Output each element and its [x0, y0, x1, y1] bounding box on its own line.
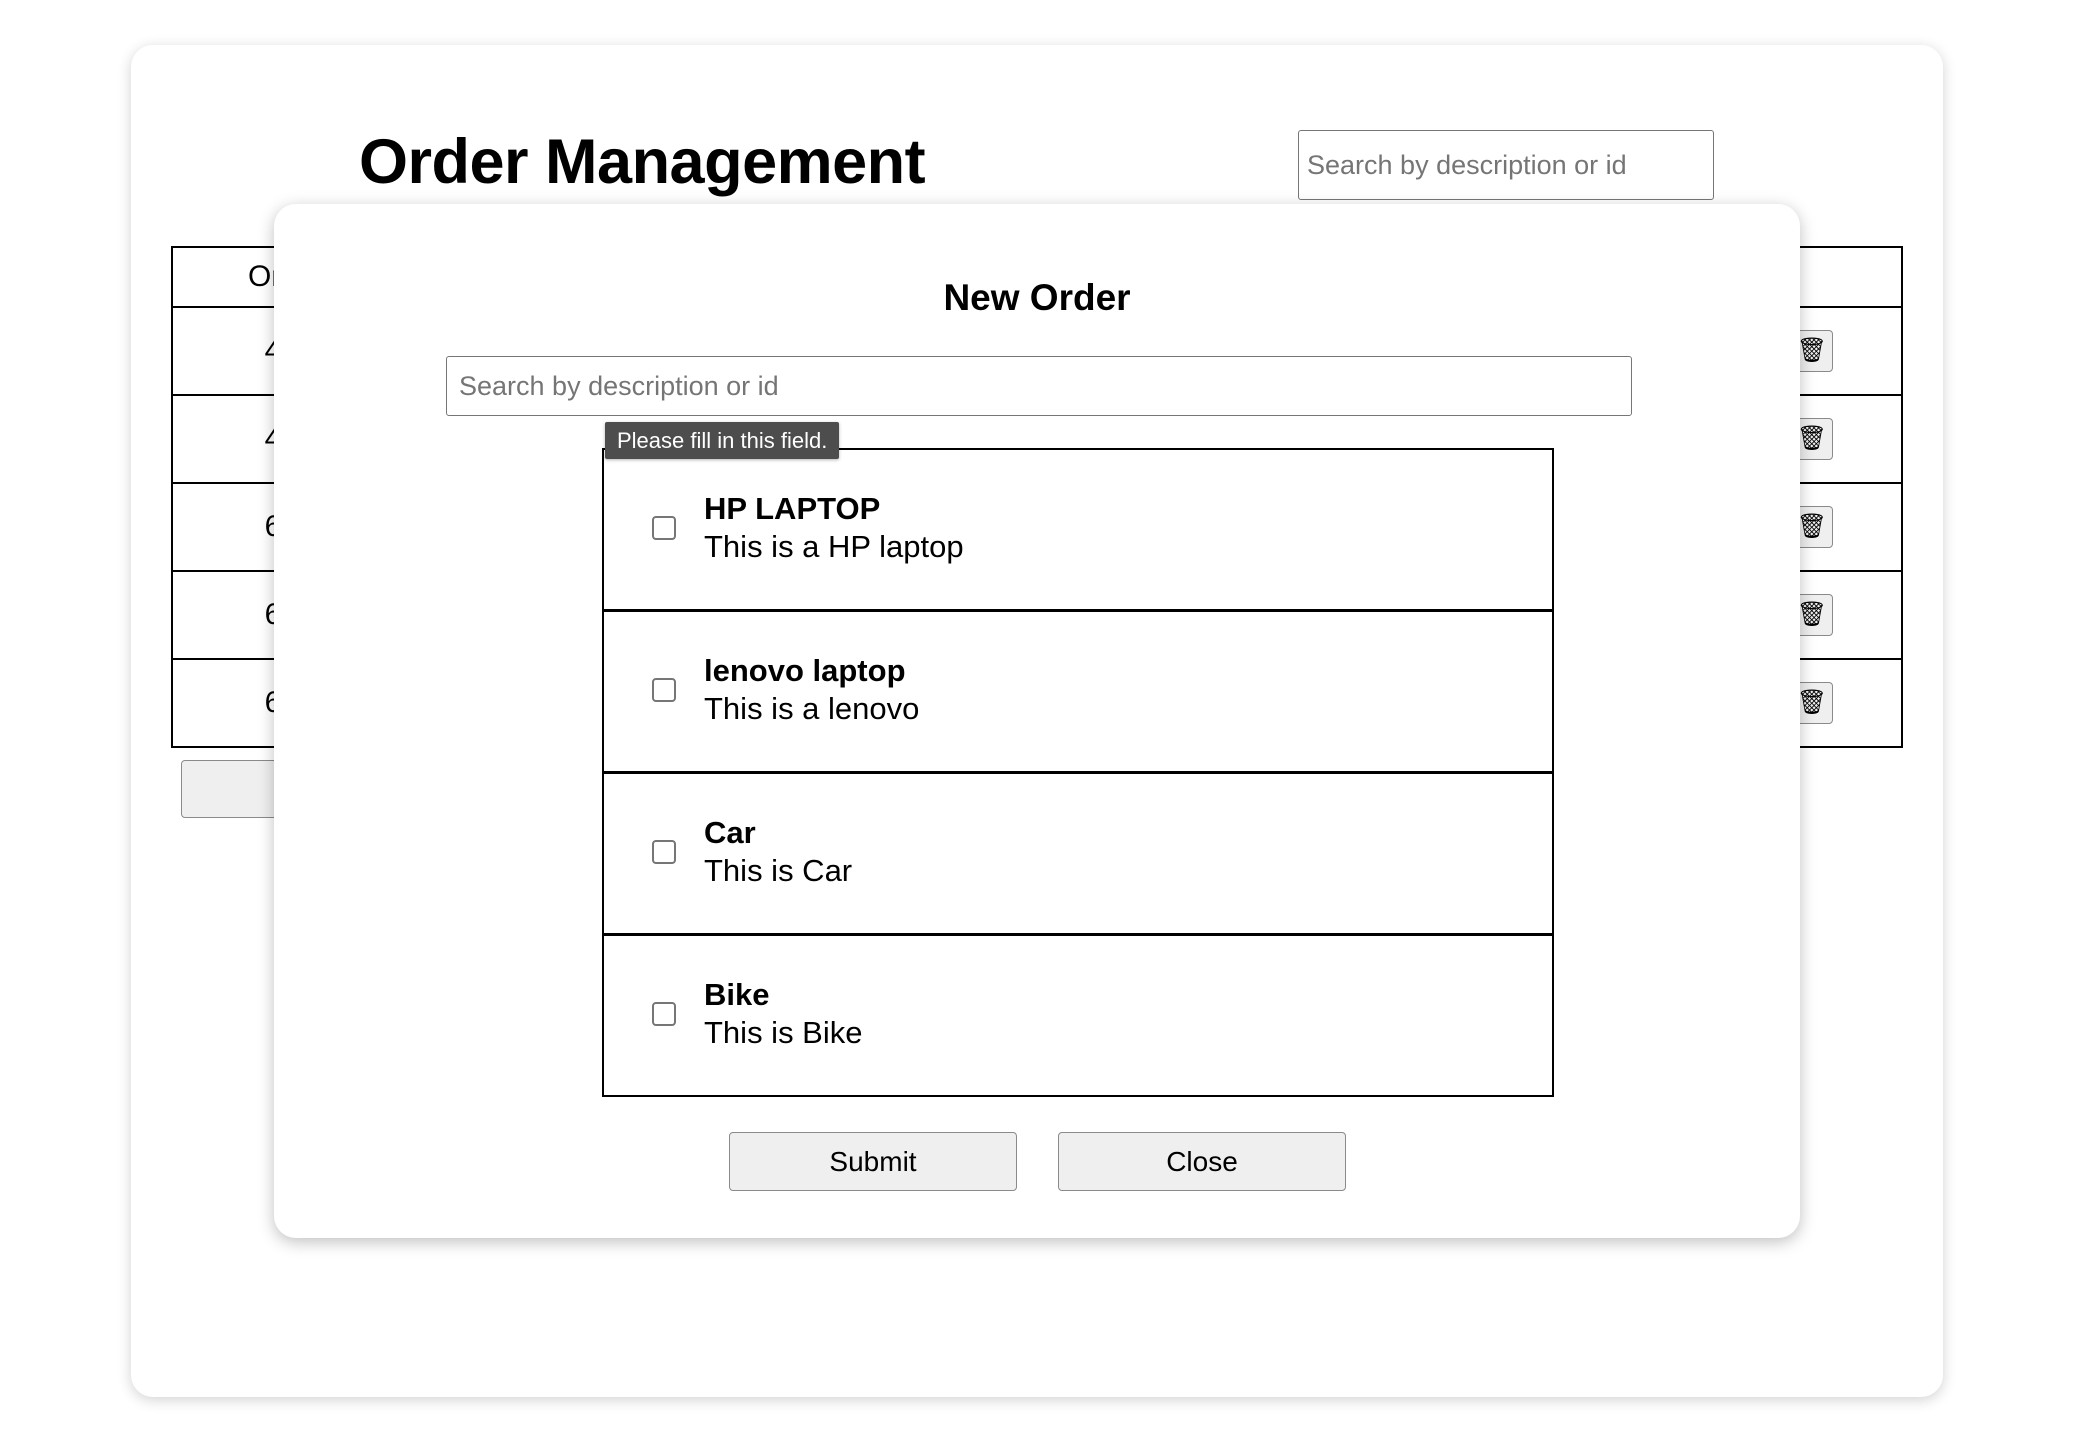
- product-checkbox[interactable]: [652, 1002, 676, 1026]
- list-item[interactable]: HP LAPTOP This is a HP laptop: [604, 450, 1552, 612]
- product-list: HP LAPTOP This is a HP laptop lenovo lap…: [602, 448, 1554, 1097]
- trash-icon: 🗑: [1796, 601, 1828, 628]
- product-name: HP LAPTOP: [704, 491, 881, 526]
- list-item[interactable]: Car This is Car: [604, 774, 1552, 936]
- submit-button[interactable]: Submit: [729, 1132, 1017, 1191]
- product-name: Bike: [704, 977, 770, 1012]
- product-description: This is Car: [704, 853, 853, 888]
- trash-icon: 🗑: [1796, 689, 1828, 716]
- modal-title: New Order: [943, 277, 1131, 318]
- trash-icon: 🗑: [1796, 425, 1828, 452]
- product-checkbox[interactable]: [652, 840, 676, 864]
- product-checkbox[interactable]: [652, 516, 676, 540]
- product-name: lenovo laptop: [704, 653, 906, 688]
- product-description: This is a lenovo: [704, 691, 920, 726]
- trash-icon: 🗑: [1796, 513, 1828, 540]
- page-search-input[interactable]: [1298, 130, 1714, 200]
- page-title: Order Management: [359, 127, 926, 197]
- modal-search-input[interactable]: [446, 356, 1632, 416]
- list-item[interactable]: lenovo laptop This is a lenovo: [604, 612, 1552, 774]
- close-button[interactable]: Close: [1058, 1132, 1346, 1191]
- validation-tooltip: Please fill in this field.: [605, 422, 840, 459]
- trash-icon: 🗑: [1796, 337, 1828, 364]
- product-description: This is Bike: [704, 1015, 863, 1050]
- product-checkbox[interactable]: [652, 678, 676, 702]
- list-item[interactable]: Bike This is Bike: [604, 936, 1552, 1095]
- product-name: Car: [704, 815, 756, 850]
- product-description: This is a HP laptop: [704, 529, 964, 564]
- new-order-modal: New Order HP LAPTOP This is a HP laptop …: [274, 204, 1800, 1238]
